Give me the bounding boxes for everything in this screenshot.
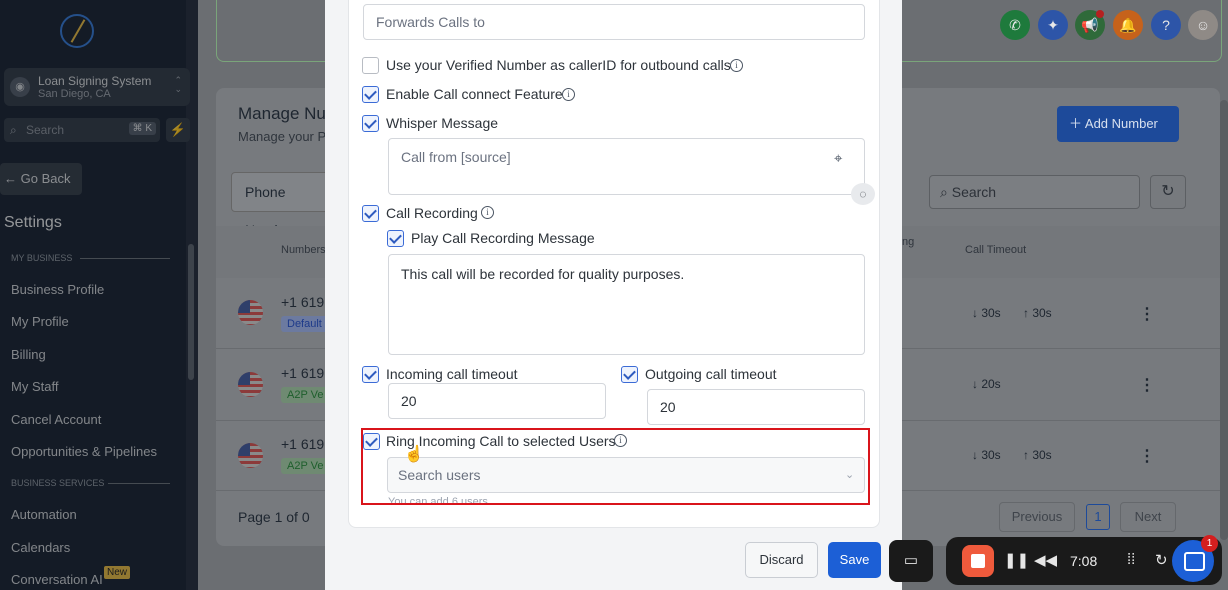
previous-page-button[interactable]: Previous	[999, 502, 1075, 532]
plus-icon: ＋	[1069, 116, 1085, 131]
annotation-highlight-box	[361, 428, 870, 505]
info-icon[interactable]: i	[562, 88, 575, 101]
pagination-info: Page 1 of 0	[238, 509, 310, 525]
incoming-timeout: ↓ 20s	[972, 377, 1001, 391]
pause-icon[interactable]: ❚❚	[1004, 551, 1029, 569]
bell-icon[interactable]: 🔔	[1113, 10, 1143, 40]
user-avatar[interactable]: ☺	[1188, 10, 1218, 40]
restart-icon[interactable]: ↻	[1155, 551, 1168, 569]
main-scrollbar[interactable]	[1220, 100, 1228, 540]
grid-icon[interactable]: ⁞⁞	[1127, 551, 1135, 568]
phone-number: +1 619	[281, 365, 325, 381]
call-recording-label: Call Recording	[386, 205, 478, 221]
phone-number: +1 619	[281, 294, 325, 310]
us-flag-icon	[238, 372, 263, 397]
incoming-timeout-label: Incoming call timeout	[386, 366, 518, 382]
default-badge: Default	[281, 316, 328, 332]
more-options-icon[interactable]: ⋮	[1139, 375, 1155, 395]
call-connect-checkbox[interactable]	[362, 86, 379, 103]
outgoing-timeout-checkbox[interactable]	[621, 366, 638, 383]
next-page-button[interactable]: Next	[1120, 502, 1176, 532]
search-icon: ⌕	[940, 184, 952, 200]
us-flag-icon	[238, 300, 263, 325]
sparkle-icon[interactable]: ✦	[1038, 10, 1068, 40]
more-options-icon[interactable]: ⋮	[1139, 304, 1155, 324]
refresh-icon[interactable]: ↻	[1150, 175, 1186, 209]
column-numbers: Numbers	[281, 244, 326, 256]
outgoing-timeout: ↑ 30s	[1023, 306, 1052, 320]
outgoing-timeout-input[interactable]: 20	[647, 389, 865, 425]
incoming-timeout: ↓ 30s	[972, 306, 1001, 320]
whisper-message-input[interactable]: Call from [source]	[388, 138, 865, 195]
chat-unread-badge: 1	[1201, 535, 1218, 552]
tag-icon[interactable]: ⌖	[834, 150, 842, 167]
forward-calls-placeholder: Forwards Calls to	[376, 14, 485, 30]
incoming-timeout-input[interactable]: 20	[388, 383, 606, 419]
stop-recording-button[interactable]	[962, 545, 994, 577]
column-partial: ng	[902, 236, 915, 248]
camera-icon[interactable]: ▭	[889, 540, 933, 582]
recording-time: 7:08	[1070, 553, 1098, 569]
add-number-button[interactable]: ＋ Add Number	[1057, 106, 1179, 142]
save-button[interactable]: Save	[828, 542, 881, 578]
call-connect-label: Enable Call connect Feature	[386, 86, 563, 102]
whisper-checkbox[interactable]	[362, 115, 379, 132]
notification-dot	[1096, 10, 1104, 18]
outgoing-timeout-label: Outgoing call timeout	[645, 366, 777, 382]
column-call-timeout: Call Timeout	[965, 244, 1027, 256]
info-icon[interactable]: i	[730, 59, 743, 72]
forward-calls-input[interactable]: Forwards Calls to	[363, 4, 865, 40]
verified-callerid-label: Use your Verified Number as callerID for…	[386, 57, 731, 73]
tab-phone-numbers[interactable]: Phone Numbe	[231, 172, 331, 238]
call-recording-checkbox[interactable]	[362, 205, 379, 222]
discard-button[interactable]: Discard	[745, 542, 818, 578]
sidebar: ◉ Loan Signing System San Diego, CA ⌃ ⌄ ⌕…	[0, 0, 198, 590]
numbers-search-placeholder: Search	[951, 184, 997, 200]
verified-callerid-checkbox[interactable]	[362, 57, 379, 74]
phone-number: +1 619	[281, 436, 325, 452]
whisper-label: Whisper Message	[386, 115, 499, 131]
help-icon[interactable]: ?	[1151, 10, 1181, 40]
overlay-dim	[0, 0, 198, 590]
recording-message-textarea[interactable]: This call will be recorded for quality p…	[388, 254, 865, 355]
info-icon[interactable]: i	[481, 206, 494, 219]
whisper-placeholder: Call from [source]	[401, 149, 511, 165]
play-recording-label: Play Call Recording Message	[411, 230, 595, 246]
phone-icon[interactable]: ✆	[1000, 10, 1030, 40]
incoming-timeout-checkbox[interactable]	[362, 366, 379, 383]
rewind-icon[interactable]: ◀◀	[1034, 551, 1057, 569]
incoming-timeout: ↓ 30s	[972, 448, 1001, 462]
page-title: Manage Nu	[238, 104, 326, 123]
numbers-search-input[interactable]: ⌕ Search	[929, 175, 1140, 209]
more-options-icon[interactable]: ⋮	[1139, 446, 1155, 466]
a2p-badge: A2P Ve	[281, 458, 330, 474]
add-number-label: Add Number	[1084, 116, 1158, 131]
hand-cursor-icon: ☝	[404, 446, 424, 463]
page-subtitle: Manage your P	[238, 129, 327, 144]
page-number-button[interactable]: 1	[1086, 504, 1110, 530]
chat-bubble-icon[interactable]: ◌	[851, 183, 875, 205]
us-flag-icon	[238, 443, 263, 468]
play-recording-checkbox[interactable]	[387, 230, 404, 247]
a2p-badge: A2P Ve	[281, 387, 330, 403]
outgoing-timeout: ↑ 30s	[1023, 448, 1052, 462]
